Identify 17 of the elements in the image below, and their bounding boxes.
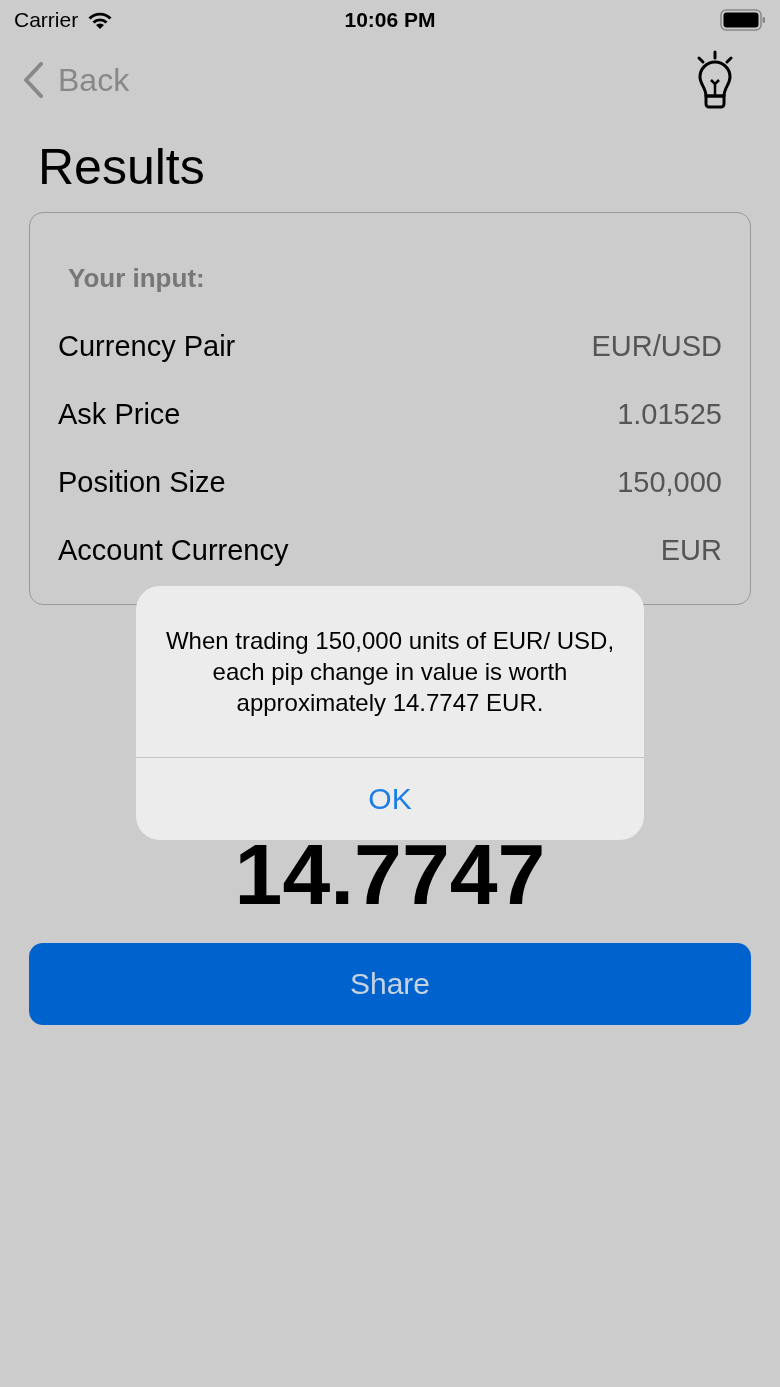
row-label: Position Size	[58, 465, 226, 499]
row-label: Account Currency	[58, 533, 289, 567]
row-label: Ask Price	[58, 397, 181, 431]
chevron-left-icon	[22, 62, 44, 98]
share-button[interactable]: Share	[29, 943, 751, 1025]
row-value: 1.01525	[617, 397, 722, 431]
row-value: EUR/USD	[591, 329, 722, 363]
alert-message: When trading 150,000 units of EUR/ USD, each pip change in value is worth approximately 14.7747 EUR.	[164, 626, 616, 718]
row-label: Currency Pair	[58, 329, 236, 363]
row-value: 150,000	[617, 465, 722, 499]
battery-icon	[720, 9, 766, 31]
status-time: 10:06 PM	[344, 8, 436, 32]
card-heading: Your input:	[68, 263, 206, 294]
page-title: Results	[38, 142, 206, 192]
back-link[interactable]: Back	[22, 61, 130, 99]
row-value: EUR	[660, 533, 722, 567]
carrier-name: Carrier	[14, 8, 79, 32]
